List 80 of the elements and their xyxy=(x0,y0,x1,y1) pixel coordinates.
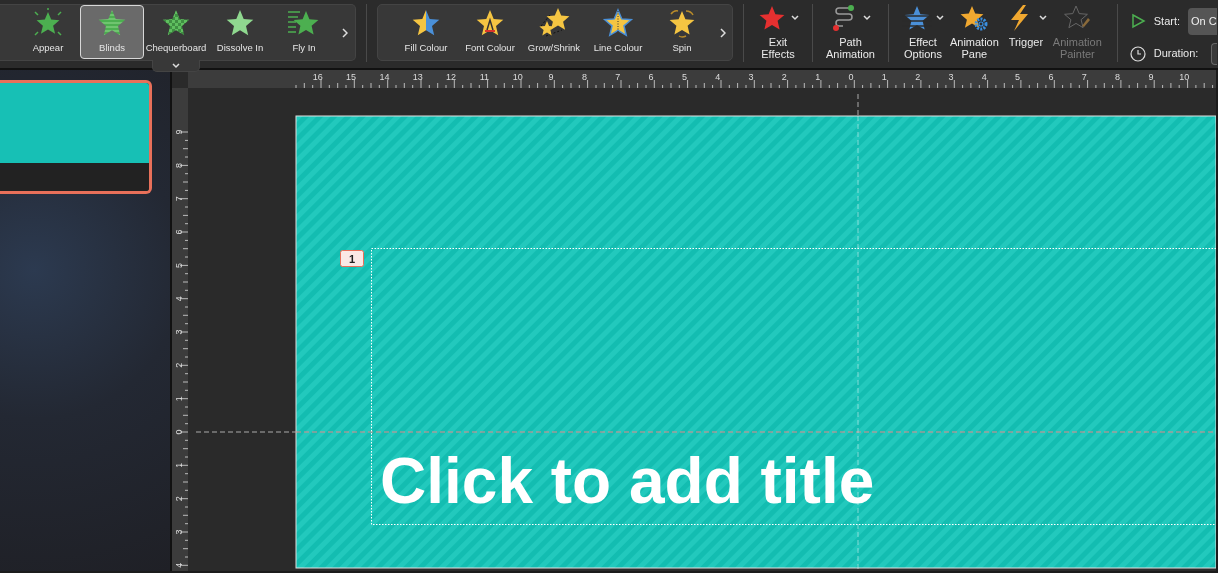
ruler-label: 9 xyxy=(1148,72,1154,82)
ruler-label: 9 xyxy=(548,72,554,82)
caret-icon xyxy=(791,15,799,21)
ruler-label: 12 xyxy=(446,72,456,82)
ruler-label: 8 xyxy=(174,162,184,168)
ribbon-button[interactable]: Path Animation xyxy=(823,0,878,68)
ruler-label: 7 xyxy=(1081,72,1087,82)
ribbon-button[interactable]: Animation Pane xyxy=(946,0,1002,68)
chevron-down-icon xyxy=(172,62,180,69)
ruler-label: 7 xyxy=(174,196,184,202)
animation-tag[interactable]: 1 xyxy=(340,250,364,267)
ruler-label: 1 xyxy=(815,72,821,82)
ruler-label: 1 xyxy=(174,462,184,468)
ruler-label: 1 xyxy=(174,396,184,402)
ruler-label: 10 xyxy=(512,72,523,82)
ruler-label: 5 xyxy=(174,262,184,268)
ribbon-button[interactable]: Effect Options xyxy=(898,0,947,68)
animation-effect[interactable]: Fly In xyxy=(272,5,336,59)
star-icon xyxy=(757,4,787,32)
ruler-label: 13 xyxy=(412,72,423,82)
animation-effect[interactable]: Line Colour xyxy=(586,5,650,59)
star-icon xyxy=(602,8,634,38)
ruler-label: 6 xyxy=(174,229,184,235)
star-icon xyxy=(32,8,64,38)
ruler-label: 3 xyxy=(174,329,184,335)
animation-effect[interactable]: Spin xyxy=(650,5,714,59)
animation-effect[interactable]: Font Colour xyxy=(458,5,522,59)
animation-effect[interactable]: Chequerboard xyxy=(144,5,208,59)
clock-icon xyxy=(1129,45,1146,62)
ruler-label: 14 xyxy=(379,72,390,82)
ruler-label: 0 xyxy=(174,429,184,435)
ruler-label: 4 xyxy=(174,296,184,302)
ruler-label: 3 xyxy=(948,72,954,82)
star-icon xyxy=(901,4,932,32)
animation-effect[interactable]: Appear xyxy=(16,5,80,59)
ruler-label: 2 xyxy=(915,72,921,82)
start-dropdown[interactable]: On C xyxy=(1188,8,1217,35)
expand-gallery-button[interactable] xyxy=(152,60,200,72)
ribbon-button[interactable]: Trigger xyxy=(1001,0,1050,68)
ruler-label: 8 xyxy=(1115,72,1121,82)
ruler-label: 2 xyxy=(174,496,184,502)
ruler-label: 4 xyxy=(174,562,184,568)
ruler-label: 3 xyxy=(748,72,754,82)
duration-field[interactable] xyxy=(1211,42,1218,65)
start-label: Start: xyxy=(1153,14,1181,29)
ruler-label: 0 xyxy=(848,72,854,82)
guide-line[interactable] xyxy=(195,431,1216,433)
guide-line[interactable] xyxy=(857,93,859,571)
ruler-label: 6 xyxy=(648,72,654,82)
ruler-label: 8 xyxy=(581,72,587,82)
caret-icon xyxy=(935,15,944,21)
star-icon xyxy=(538,8,570,38)
ruler-label: 2 xyxy=(174,362,184,368)
duration-label: Duration: xyxy=(1153,46,1199,62)
caret-icon xyxy=(863,15,872,21)
ruler-label: 7 xyxy=(615,72,621,82)
ruler-label: 11 xyxy=(479,72,490,82)
animation-effect[interactable]: Grow/Shrink xyxy=(522,5,586,59)
ruler-label: 15 xyxy=(346,72,357,82)
ruler-label: 16 xyxy=(312,72,323,82)
ruler-label: 5 xyxy=(681,72,687,82)
ruler-label: 3 xyxy=(174,529,184,535)
ruler-label: 4 xyxy=(715,72,721,82)
caret-icon xyxy=(1038,15,1047,21)
chevron-right-icon xyxy=(720,27,726,38)
animation-effect[interactable]: Fill Colour xyxy=(394,5,458,59)
ruler-label: 4 xyxy=(981,72,987,82)
star-gear-icon xyxy=(959,4,990,32)
ruler-label: 1 xyxy=(881,72,887,82)
chevron-right-icon xyxy=(342,27,348,38)
slide-thumbnail[interactable] xyxy=(0,80,152,194)
ruler-label: 2 xyxy=(781,72,787,82)
ruler-label: 5 xyxy=(1015,72,1021,82)
animation-effect[interactable]: Blinds xyxy=(80,5,144,59)
play-icon xyxy=(1129,13,1146,30)
animation-effect[interactable]: Dissolve In xyxy=(208,5,272,59)
ruler-label: 6 xyxy=(1048,72,1054,82)
ruler-label: 10 xyxy=(1179,72,1190,82)
ruler-label: 9 xyxy=(174,129,184,135)
ribbon-button[interactable]: Exit Effects xyxy=(754,0,802,68)
